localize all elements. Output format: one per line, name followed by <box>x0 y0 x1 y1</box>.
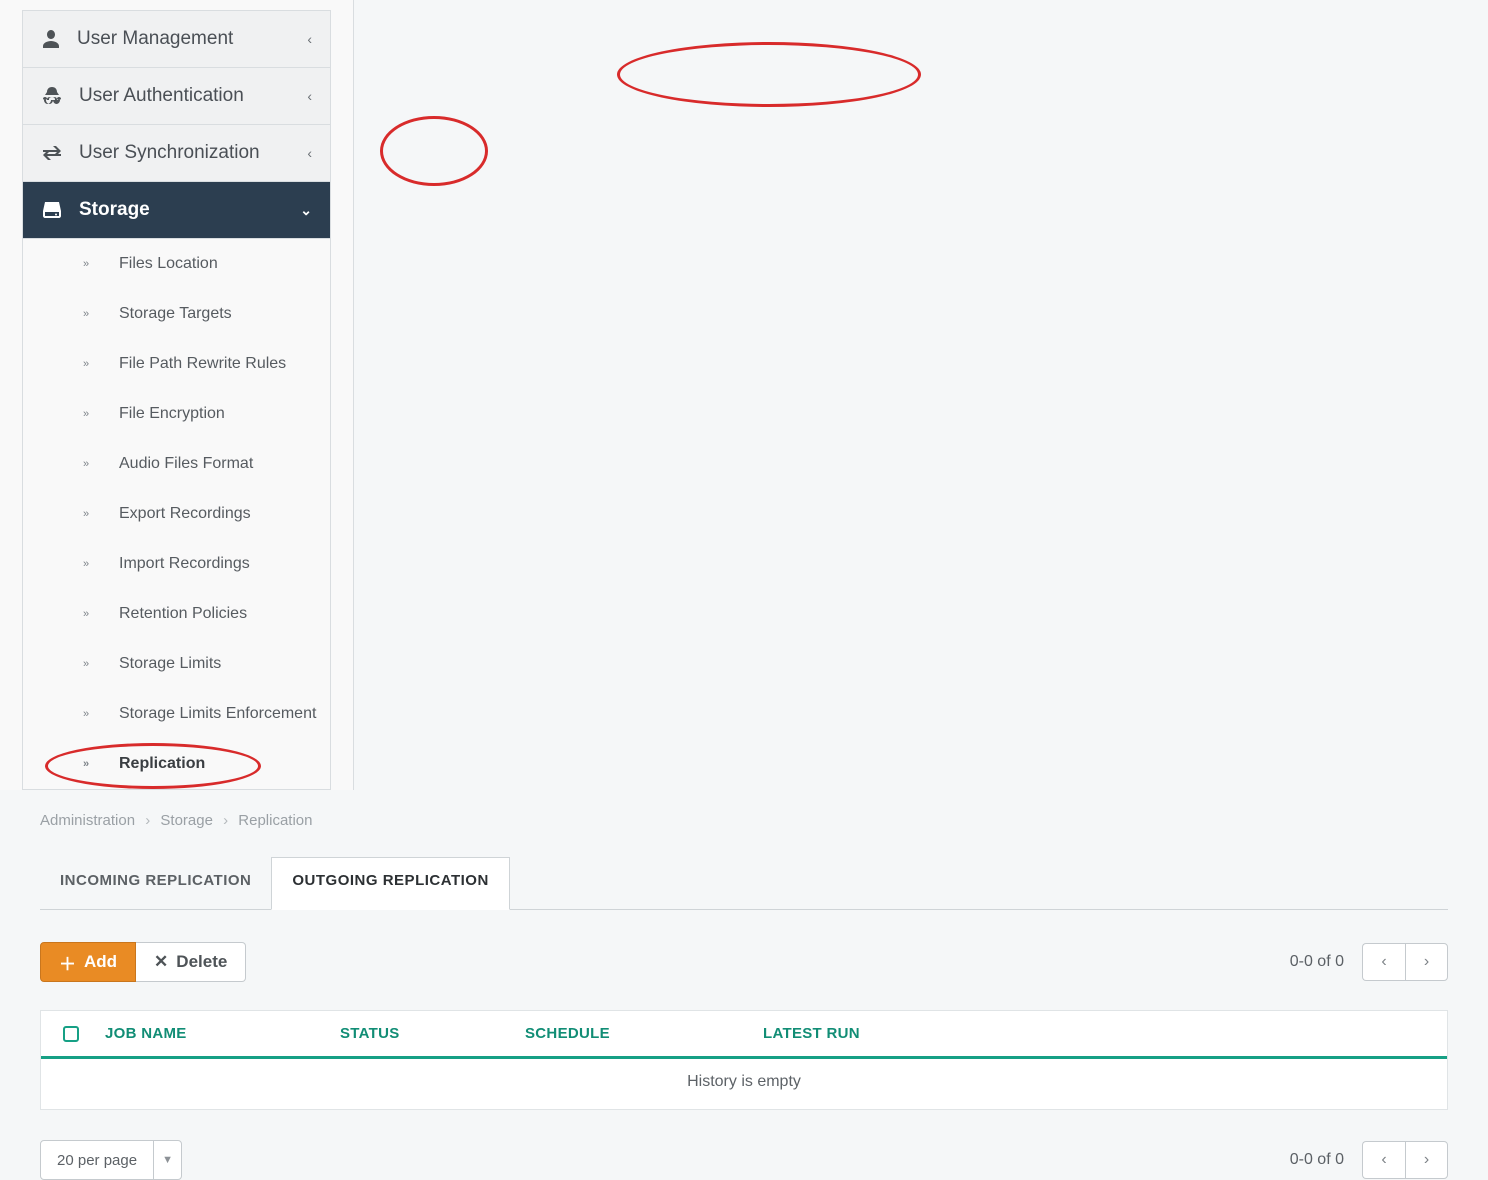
section-label: User Synchronization <box>79 142 260 164</box>
sidebar-item-import-recordings[interactable]: »Import Recordings <box>23 539 330 589</box>
prev-page-button[interactable]: ‹ <box>1362 1141 1405 1179</box>
delete-button[interactable]: ✕ Delete <box>136 942 246 982</box>
jobs-table: JOB NAME STATUS SCHEDULE LATEST RUN Hist… <box>40 1010 1448 1110</box>
per-page-select[interactable]: 20 per page ▼ <box>40 1140 182 1180</box>
sidebar-item-storage-limits-enforcement[interactable]: »Storage Limits Enforcement <box>23 689 330 739</box>
tab-bar: INCOMING REPLICATION OUTGOING REPLICATIO… <box>40 857 1448 910</box>
sync-icon <box>43 146 61 160</box>
caret-down-icon: ▼ <box>153 1141 181 1179</box>
pager-summary: 0-0 of 0 <box>1290 1151 1344 1169</box>
sidebar-item-storage-limits[interactable]: »Storage Limits <box>23 639 330 689</box>
col-schedule[interactable]: SCHEDULE <box>521 1025 759 1042</box>
pager-top: 0-0 of 0 ‹ › <box>1290 943 1448 981</box>
col-job-name[interactable]: JOB NAME <box>101 1025 336 1042</box>
x-icon: ✕ <box>154 952 168 972</box>
sidebar-item-file-encryption[interactable]: »File Encryption <box>23 389 330 439</box>
chevron-right-icon: › <box>1424 1151 1429 1169</box>
select-all-checkbox[interactable] <box>63 1026 79 1042</box>
chevron-left-icon: ‹ <box>1381 953 1386 971</box>
chevron-left-icon: ‹ <box>307 31 312 47</box>
double-chevron-icon: » <box>83 308 89 320</box>
double-chevron-icon: » <box>83 758 89 770</box>
double-chevron-icon: » <box>83 658 89 670</box>
prev-page-button[interactable]: ‹ <box>1362 943 1405 981</box>
toolbar: ＋ Add ✕ Delete 0-0 of 0 ‹ › <box>40 942 1448 982</box>
next-page-button[interactable]: › <box>1405 1141 1448 1179</box>
double-chevron-icon: » <box>83 458 89 470</box>
per-page-value: 20 per page <box>41 1152 153 1169</box>
add-button[interactable]: ＋ Add <box>40 942 136 982</box>
tab-outgoing-replication[interactable]: OUTGOING REPLICATION <box>271 857 509 910</box>
sidebar-item-storage-targets[interactable]: »Storage Targets <box>23 289 330 339</box>
breadcrumb-item[interactable]: Replication <box>238 812 312 829</box>
chevron-right-icon: › <box>1424 953 1429 971</box>
main-content: Administration › Storage › Replication I… <box>0 790 1488 1180</box>
double-chevron-icon: » <box>83 558 89 570</box>
footer-bar: 20 per page ▼ 0-0 of 0 ‹ › <box>40 1140 1448 1180</box>
chevron-down-icon: ⌄ <box>300 202 312 219</box>
sidebar-item-audio-files-format[interactable]: »Audio Files Format <box>23 439 330 489</box>
chevron-right-icon: › <box>145 812 150 829</box>
breadcrumb: Administration › Storage › Replication <box>40 812 1448 829</box>
sidebar-item-retention-policies[interactable]: »Retention Policies <box>23 589 330 639</box>
breadcrumb-item[interactable]: Administration <box>40 812 135 829</box>
sidebar-section-storage[interactable]: Storage ⌄ <box>23 182 330 239</box>
sidebar-item-file-path-rewrite-rules[interactable]: »File Path Rewrite Rules <box>23 339 330 389</box>
col-status[interactable]: STATUS <box>336 1025 521 1042</box>
double-chevron-icon: » <box>83 608 89 620</box>
chevron-left-icon: ‹ <box>307 145 312 161</box>
sidebar-section-user-synchronization[interactable]: User Synchronization ‹ <box>23 125 330 182</box>
chevron-right-icon: › <box>223 812 228 829</box>
sidebar-item-files-location[interactable]: »Files Location <box>23 239 330 289</box>
breadcrumb-item[interactable]: Storage <box>160 812 213 829</box>
double-chevron-icon: » <box>83 358 89 370</box>
sidebar-section-user-management[interactable]: User Management ‹ <box>23 11 330 68</box>
annotation-ellipse <box>380 116 488 186</box>
table-header: JOB NAME STATUS SCHEDULE LATEST RUN <box>41 1011 1447 1059</box>
sidebar-item-export-recordings[interactable]: »Export Recordings <box>23 489 330 539</box>
table-empty-message: History is empty <box>41 1059 1447 1109</box>
sidebar-section-user-authentication[interactable]: User Authentication ‹ <box>23 68 330 125</box>
pager-bottom: 0-0 of 0 ‹ › <box>1290 1141 1448 1179</box>
chevron-left-icon: ‹ <box>307 88 312 104</box>
double-chevron-icon: » <box>83 408 89 420</box>
spy-icon <box>43 87 61 105</box>
sidebar: User Management ‹ User Authentication ‹ … <box>0 0 354 790</box>
pager-summary: 0-0 of 0 <box>1290 953 1344 971</box>
double-chevron-icon: » <box>83 258 89 270</box>
double-chevron-icon: » <box>83 508 89 520</box>
sidebar-item-replication[interactable]: »Replication <box>23 739 330 789</box>
chevron-left-icon: ‹ <box>1381 1151 1386 1169</box>
section-label: User Authentication <box>79 85 244 107</box>
storage-submenu: »Files Location »Storage Targets »File P… <box>23 239 330 790</box>
plus-icon: ＋ <box>59 950 76 975</box>
section-label: User Management <box>77 28 233 50</box>
double-chevron-icon: » <box>83 708 89 720</box>
annotation-ellipse <box>617 42 921 107</box>
next-page-button[interactable]: › <box>1405 943 1448 981</box>
tab-incoming-replication[interactable]: INCOMING REPLICATION <box>40 858 271 909</box>
section-label: Storage <box>79 199 150 221</box>
user-icon <box>43 30 59 48</box>
disk-icon <box>43 202 61 218</box>
col-latest-run[interactable]: LATEST RUN <box>759 1025 1447 1042</box>
